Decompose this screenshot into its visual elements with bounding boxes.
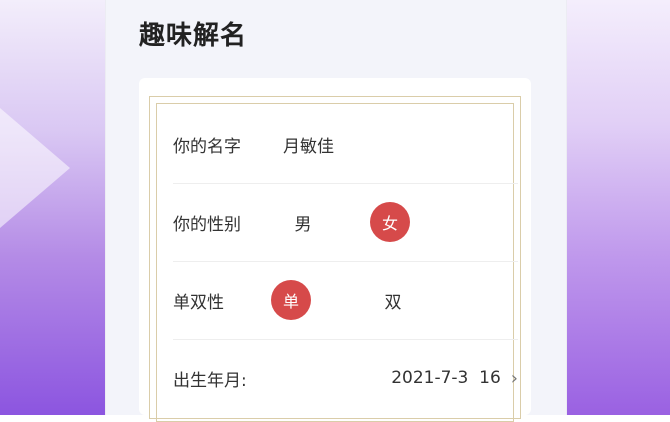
- parity-label: 单双性: [173, 292, 224, 313]
- gender-row: 你的性别 男 女: [173, 183, 518, 262]
- birth-row[interactable]: 出生年月: 2021-7-3 16 ›: [173, 339, 518, 417]
- gender-option-male[interactable]: 男: [283, 202, 323, 242]
- birth-label: 出生年月:: [173, 370, 247, 391]
- background-right-panel: [560, 0, 670, 415]
- name-row[interactable]: 你的名字 月敏佳: [173, 105, 518, 184]
- page-title: 趣味解名: [139, 21, 248, 51]
- name-form-card: 你的名字 月敏佳 你的性别 男 女 单双性 单 双 出生年月: 2021-7-3…: [139, 78, 531, 422]
- chevron-right-icon: ›: [510, 367, 518, 389]
- birth-value: 2021-7-3 16: [391, 368, 501, 388]
- parity-option-even[interactable]: 双: [373, 280, 413, 320]
- background-left-panel: [0, 0, 110, 415]
- name-value[interactable]: 月敏佳: [283, 132, 334, 157]
- name-label: 你的名字: [173, 136, 241, 157]
- birth-picker[interactable]: 2021-7-3 16 ›: [391, 368, 518, 389]
- gender-option-female[interactable]: 女: [370, 202, 410, 242]
- parity-option-odd[interactable]: 单: [271, 280, 311, 320]
- parity-row: 单双性 单 双: [173, 261, 518, 340]
- gender-label: 你的性别: [173, 214, 241, 235]
- decorative-triangle: [0, 108, 70, 228]
